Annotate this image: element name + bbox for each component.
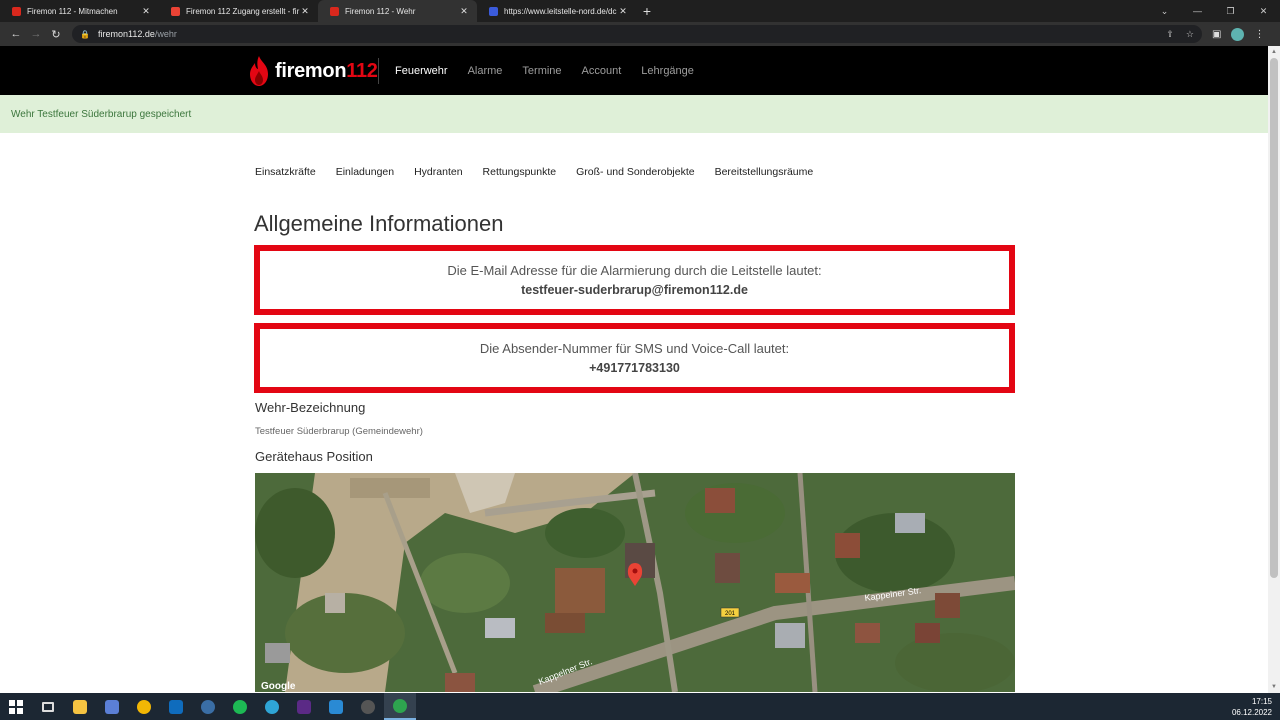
close-tab-icon[interactable]: ✕ xyxy=(300,6,310,17)
subnav-bereitstellungsraeume[interactable]: Bereitstellungsräume xyxy=(715,166,814,178)
subnav-hydranten[interactable]: Hydranten xyxy=(414,166,462,178)
wehr-value: Testfeuer Süderbrarup (Gemeindewehr) xyxy=(255,426,423,437)
close-tab-icon[interactable]: ✕ xyxy=(459,6,469,17)
firemon-favicon-icon xyxy=(12,6,21,16)
new-tab-button[interactable]: + xyxy=(636,0,658,22)
nav-termine[interactable]: Termine xyxy=(522,65,561,77)
premiere-icon[interactable] xyxy=(288,693,320,720)
close-tab-icon[interactable]: ✕ xyxy=(618,6,628,17)
subnav-einsatzkraefte[interactable]: Einsatzkräfte xyxy=(255,166,316,178)
nav-lehrgaenge[interactable]: Lehrgänge xyxy=(641,65,694,77)
subnav-rettungspunkte[interactable]: Rettungspunkte xyxy=(483,166,557,178)
tab-title: Firemon 112 Zugang erstellt - fir xyxy=(186,6,300,16)
back-arrow-icon[interactable]: ← xyxy=(6,24,26,44)
browser-toolbar: ← → ↻ 🔒 firemon112.de/wehr ⇪ ☆ ▣ ⋮ xyxy=(0,22,1280,46)
app-icon[interactable] xyxy=(192,693,224,720)
minimize-icon[interactable]: — xyxy=(1181,0,1214,22)
sub-nav: Einsatzkräfte Einladungen Hydranten Rett… xyxy=(255,166,813,178)
email-info-box: Die E-Mail Adresse für die Alarmierung d… xyxy=(254,245,1015,315)
lock-icon[interactable]: 🔒 xyxy=(80,30,90,39)
gmail-favicon-icon xyxy=(171,6,180,16)
restore-icon[interactable]: ❐ xyxy=(1214,0,1247,22)
url-path: /wehr xyxy=(154,29,177,39)
task-view-icon[interactable] xyxy=(32,693,64,720)
header-divider xyxy=(378,58,379,84)
sidepanel-icon[interactable]: ▣ xyxy=(1212,29,1221,40)
chrome-active-icon[interactable] xyxy=(384,693,416,720)
success-alert: Wehr Testfeuer Süderbrarup gespeichert xyxy=(0,95,1268,133)
file-explorer-icon[interactable] xyxy=(64,693,96,720)
profile-avatar-icon[interactable] xyxy=(1231,27,1245,41)
close-window-icon[interactable]: ✕ xyxy=(1247,0,1280,22)
road-number-label: 201 xyxy=(725,611,736,617)
windows-taskbar: 17:15 06.12.2022 xyxy=(0,693,1280,720)
page-scrollbar[interactable]: ▲ ▼ xyxy=(1268,46,1280,693)
site-header: firemon112 Feuerwehr Alarme Termine Acco… xyxy=(0,46,1268,95)
page-title: Allgemeine Informationen xyxy=(254,211,504,236)
outlook-icon[interactable] xyxy=(160,693,192,720)
subnav-einladungen[interactable]: Einladungen xyxy=(336,166,394,178)
close-tab-icon[interactable]: ✕ xyxy=(141,6,151,17)
browser-tab[interactable]: Firemon 112 - Mitmachen ✕ xyxy=(0,0,159,22)
alert-text: Wehr Testfeuer Süderbrarup gespeichert xyxy=(11,108,192,120)
map-view[interactable]: 201 Kappelner Str. Kappelner Str. Google xyxy=(255,473,1015,692)
alarm-email-address: testfeuer-suderbrarup@firemon112.de xyxy=(521,283,748,297)
tab-title: Firemon 112 - Mitmachen xyxy=(27,6,118,16)
scroll-up-icon[interactable]: ▲ xyxy=(1268,46,1280,58)
sender-number: +491771783130 xyxy=(589,361,680,375)
windows-start-icon[interactable] xyxy=(0,693,32,720)
chrome-icon[interactable] xyxy=(128,693,160,720)
scroll-down-icon[interactable]: ▼ xyxy=(1268,681,1280,693)
firemon-logo[interactable]: firemon112 xyxy=(247,55,378,87)
share-icon[interactable]: ⇪ xyxy=(1166,29,1174,40)
nav-feuerwehr[interactable]: Feuerwehr xyxy=(395,65,448,77)
wehr-heading: Wehr-Bezeichnung xyxy=(255,400,366,415)
subnav-sonderobjekte[interactable]: Groß- und Sonderobjekte xyxy=(576,166,694,178)
clock-date: 06.12.2022 xyxy=(1231,708,1272,717)
address-bar[interactable]: 🔒 firemon112.de/wehr ⇪ ☆ xyxy=(72,25,1202,43)
site-favicon-icon xyxy=(489,6,498,16)
email-info-label: Die E-Mail Adresse für die Alarmierung d… xyxy=(447,263,822,278)
clock-time: 17:15 xyxy=(1251,697,1272,706)
system-clock[interactable]: 17:15 06.12.2022 xyxy=(1232,696,1272,718)
menu-kebab-icon[interactable]: ⋮ xyxy=(1254,29,1264,40)
nav-account[interactable]: Account xyxy=(582,65,622,77)
window-controls: ⌄ — ❐ ✕ xyxy=(1148,0,1280,22)
scrollbar-thumb[interactable] xyxy=(1270,58,1278,578)
satellite-map: 201 Kappelner Str. Kappelner Str. xyxy=(255,473,1015,692)
position-heading: Gerätehaus Position xyxy=(255,449,373,464)
sms-info-box: Die Absender-Nummer für SMS und Voice-Ca… xyxy=(254,323,1015,393)
tab-title: Firemon 112 - Wehr xyxy=(345,6,416,16)
tab-title: https://www.leitstelle-nord.de/dc xyxy=(504,6,617,16)
browser-tab-active[interactable]: Firemon 112 - Wehr ✕ xyxy=(318,0,477,22)
flame-logo-icon xyxy=(250,56,268,86)
browser-tab[interactable]: https://www.leitstelle-nord.de/dc ✕ xyxy=(477,0,636,22)
firemon-favicon-icon xyxy=(330,6,339,16)
url-host: firemon112.de xyxy=(97,29,155,39)
tab-search-icon[interactable]: ⌄ xyxy=(1148,0,1181,22)
spotify-icon[interactable] xyxy=(224,693,256,720)
vscode-icon[interactable] xyxy=(320,693,352,720)
brand-name: firemon112 xyxy=(275,59,378,82)
browser-tab-strip: Firemon 112 - Mitmachen ✕ Firemon 112 Zu… xyxy=(0,0,1280,22)
forward-arrow-icon[interactable]: → xyxy=(26,24,46,44)
browser-tab[interactable]: Firemon 112 Zugang erstellt - fir ✕ xyxy=(159,0,318,22)
bookmark-star-icon[interactable]: ☆ xyxy=(1186,29,1194,40)
sms-info-label: Die Absender-Nummer für SMS und Voice-Ca… xyxy=(479,341,790,356)
reload-icon[interactable]: ↻ xyxy=(46,24,66,44)
settings-app-icon[interactable] xyxy=(96,693,128,720)
google-logo: Google xyxy=(261,681,296,692)
obs-icon[interactable] xyxy=(352,693,384,720)
main-nav: Feuerwehr Alarme Termine Account Lehrgän… xyxy=(395,46,694,95)
edge-icon[interactable] xyxy=(256,693,288,720)
nav-alarme[interactable]: Alarme xyxy=(468,65,503,77)
